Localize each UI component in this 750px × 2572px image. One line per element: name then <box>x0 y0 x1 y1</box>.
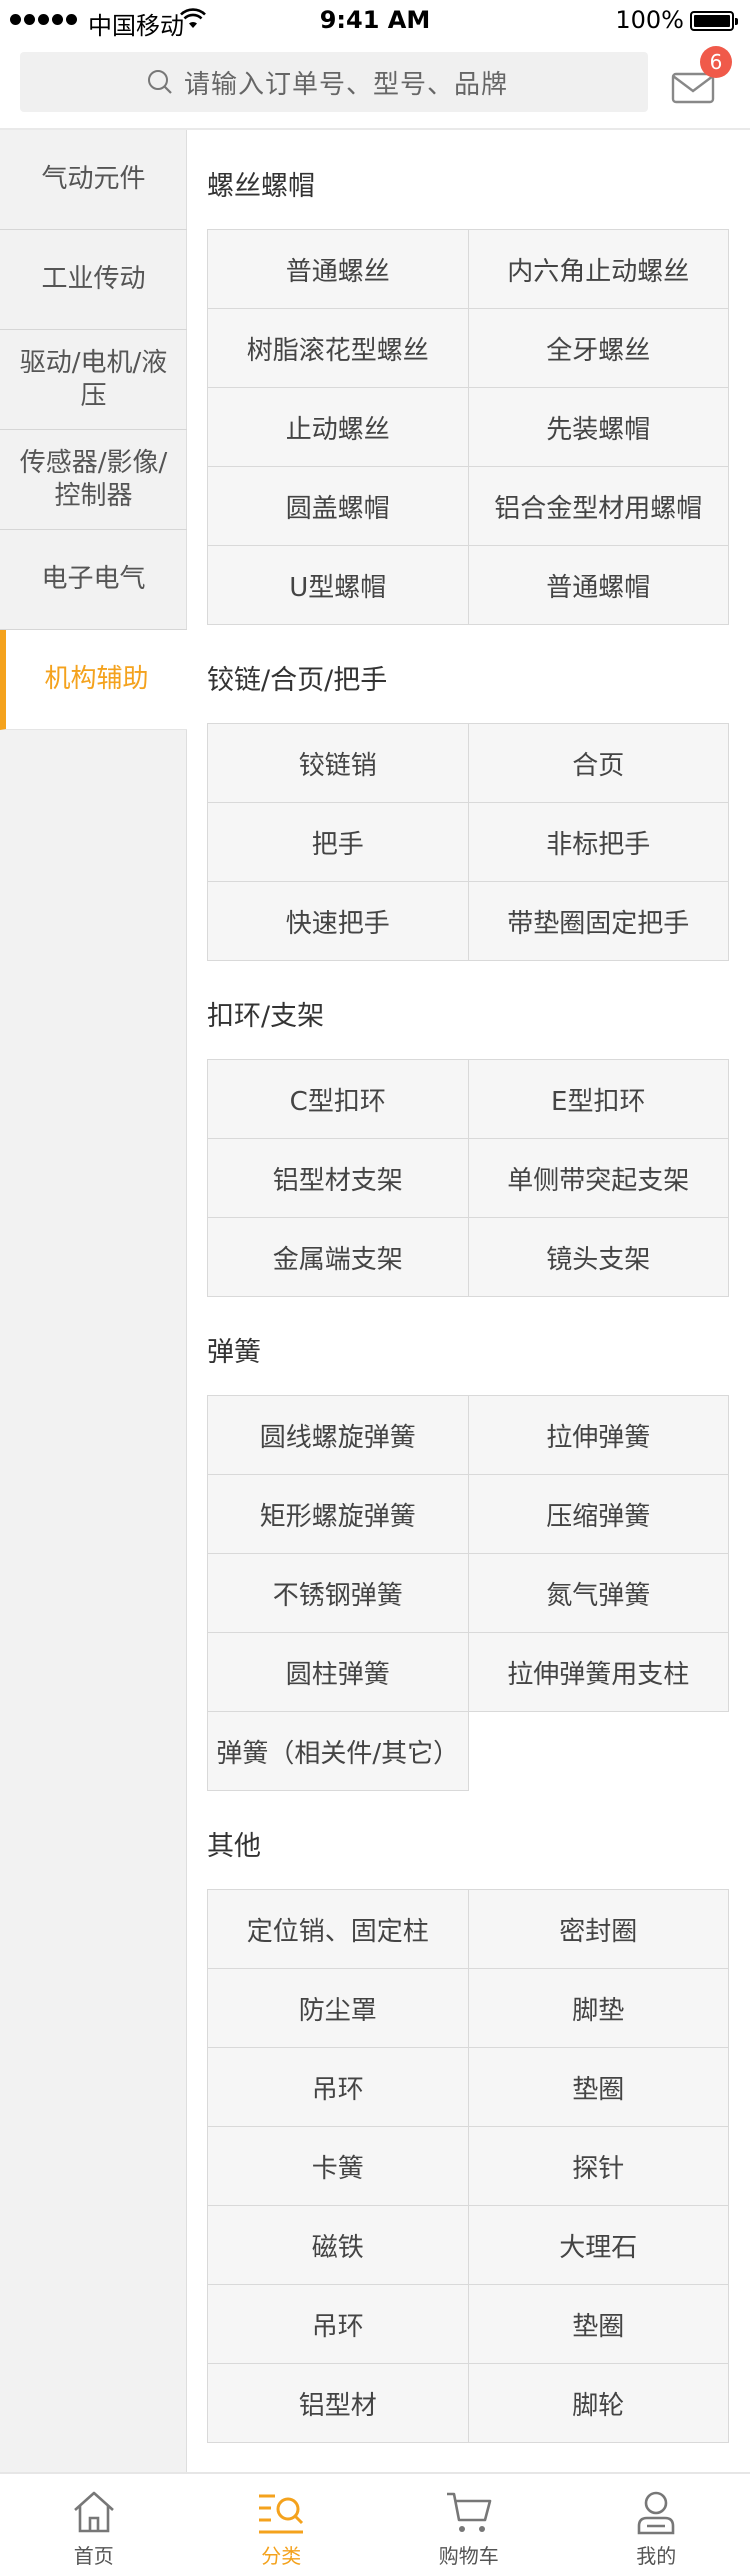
subcategory-item[interactable]: 不锈钢弹簧 <box>208 1554 469 1633</box>
subcategory-item[interactable]: 快速把手 <box>208 882 469 961</box>
subcategory-item[interactable]: 吊环 <box>208 2285 469 2364</box>
search-input[interactable]: 请输入订单号、型号、品牌 <box>20 52 648 112</box>
sidebar-item-mechanism[interactable]: 机构辅助 <box>0 630 187 730</box>
subcategory-item[interactable]: 铰链销 <box>208 724 469 803</box>
category-icon <box>259 2494 304 2534</box>
subcategory-item[interactable]: 内六角止动螺丝 <box>468 230 729 309</box>
subcategory-item[interactable]: 圆柱弹簧 <box>208 1633 469 1712</box>
subcategory-item[interactable]: 弹簧（相关件/其它） <box>208 1712 469 1791</box>
section-title: 铰链/合页/把手 <box>207 665 388 696</box>
subcategory-item[interactable]: 垫圈 <box>468 2285 729 2364</box>
subcategory-item[interactable]: 吊环 <box>208 2048 469 2127</box>
tab-label: 首页 <box>73 2544 114 2568</box>
subcategory-item[interactable]: 密封圈 <box>468 1890 729 1969</box>
home-icon <box>73 2491 114 2533</box>
tab-cart[interactable]: 购物车 <box>375 2474 563 2572</box>
subcategory-item[interactable]: 卡簧 <box>208 2127 469 2206</box>
battery-icon <box>690 11 738 31</box>
subcategory-grid: 圆线螺旋弹簧 拉伸弹簧 矩形螺旋弹簧 压缩弹簧 不锈钢弹簧 氮气弹簧 圆柱弹簧 … <box>207 1395 729 1791</box>
subcategory-item[interactable]: U型螺帽 <box>208 546 469 625</box>
subcategory-item[interactable]: 氮气弹簧 <box>468 1554 729 1633</box>
tab-label: 我的 <box>636 2544 677 2568</box>
subcategory-item[interactable]: 矩形螺旋弹簧 <box>208 1475 469 1554</box>
subcategory-item[interactable]: 定位销、固定柱 <box>208 1890 469 1969</box>
subcategory-item[interactable]: 合页 <box>468 724 729 803</box>
subcategory-item[interactable]: 圆线螺旋弹簧 <box>208 1396 469 1475</box>
status-bar: 中国移动 9:41 AM 100% <box>0 0 750 40</box>
user-icon <box>637 2491 675 2535</box>
subcategory-item[interactable]: 普通螺帽 <box>468 546 729 625</box>
subcategory-item[interactable]: E型扣环 <box>468 1060 729 1139</box>
category-content: 螺丝螺帽 普通螺丝 内六角止动螺丝 树脂滚花型螺丝 全牙螺丝 止动螺丝 先装螺帽… <box>187 130 750 2472</box>
subcategory-grid: 铰链销 合页 把手 非标把手 快速把手 带垫圈固定把手 <box>207 723 729 961</box>
subcategory-item[interactable]: 把手 <box>208 803 469 882</box>
tab-label: 购物车 <box>438 2544 499 2568</box>
section-title: 扣环/支架 <box>207 1001 325 1032</box>
subcategory-item[interactable]: 圆盖螺帽 <box>208 467 469 546</box>
subcategory-item[interactable]: 铝合金型材用螺帽 <box>468 467 729 546</box>
tab-profile[interactable]: 我的 <box>563 2474 750 2572</box>
subcategory-grid: 定位销、固定柱 密封圈 防尘罩 脚垫 吊环 垫圈 卡簧 探针 磁铁 大理石 吊环… <box>207 1889 729 2443</box>
subcategory-item[interactable]: 单侧带突起支架 <box>468 1139 729 1218</box>
subcategory-item[interactable]: 带垫圈固定把手 <box>468 882 729 961</box>
subcategory-item[interactable]: 树脂滚花型螺丝 <box>208 309 469 388</box>
subcategory-item[interactable]: 脚垫 <box>468 1969 729 2048</box>
subcategory-item[interactable]: 金属端支架 <box>208 1218 469 1297</box>
sidebar-item-electric[interactable]: 电子电气 <box>0 530 187 630</box>
bottom-tab-bar: 首页 分类 购物车 我的 <box>0 2472 750 2572</box>
subcategory-grid: 普通螺丝 内六角止动螺丝 树脂滚花型螺丝 全牙螺丝 止动螺丝 先装螺帽 圆盖螺帽… <box>207 229 729 625</box>
subcategory-item[interactable]: 全牙螺丝 <box>468 309 729 388</box>
search-placeholder: 请输入订单号、型号、品牌 <box>184 69 509 100</box>
battery-percent: 100% <box>615 6 684 34</box>
subcategory-item[interactable]: 先装螺帽 <box>468 388 729 467</box>
tab-category[interactable]: 分类 <box>188 2474 376 2572</box>
subcategory-item[interactable]: 镜头支架 <box>468 1218 729 1297</box>
subcategory-item[interactable]: 铝型材支架 <box>208 1139 469 1218</box>
tab-label: 分类 <box>261 2544 302 2568</box>
category-sidebar: 气动元件 工业传动 驱动/电机/液压 传感器/影像/控制器 电子电气 机构辅助 <box>0 130 187 2472</box>
sidebar-item-sensor[interactable]: 传感器/影像/控制器 <box>0 430 187 530</box>
subcategory-item[interactable]: 止动螺丝 <box>208 388 469 467</box>
subcategory-item[interactable]: 拉伸弹簧 <box>468 1396 729 1475</box>
subcategory-item[interactable]: C型扣环 <box>208 1060 469 1139</box>
cart-icon <box>446 2492 492 2532</box>
search-header: 请输入订单号、型号、品牌 6 <box>0 40 750 130</box>
subcategory-item[interactable]: 脚轮 <box>468 2364 729 2443</box>
section-title: 其他 <box>207 1831 261 1862</box>
subcategory-item[interactable]: 垫圈 <box>468 2048 729 2127</box>
subcategory-item[interactable]: 大理石 <box>468 2206 729 2285</box>
subcategory-item[interactable]: 铝型材 <box>208 2364 469 2443</box>
subcategory-item[interactable]: 非标把手 <box>468 803 729 882</box>
section-title: 螺丝螺帽 <box>207 171 315 202</box>
subcategory-grid: C型扣环 E型扣环 铝型材支架 单侧带突起支架 金属端支架 镜头支架 <box>207 1059 729 1297</box>
sidebar-item-drive[interactable]: 驱动/电机/液压 <box>0 330 187 430</box>
message-badge: 6 <box>700 46 732 78</box>
search-icon <box>148 70 172 94</box>
grid-empty-cell <box>469 1712 730 1791</box>
subcategory-item[interactable]: 普通螺丝 <box>208 230 469 309</box>
sidebar-item-pneumatic[interactable]: 气动元件 <box>0 130 187 230</box>
subcategory-item[interactable]: 探针 <box>468 2127 729 2206</box>
subcategory-item[interactable]: 压缩弹簧 <box>468 1475 729 1554</box>
sidebar-item-transmission[interactable]: 工业传动 <box>0 230 187 330</box>
subcategory-item[interactable]: 磁铁 <box>208 2206 469 2285</box>
subcategory-item[interactable]: 拉伸弹簧用支柱 <box>468 1633 729 1712</box>
tab-home[interactable]: 首页 <box>0 2474 188 2572</box>
subcategory-item[interactable]: 防尘罩 <box>208 1969 469 2048</box>
section-title: 弹簧 <box>207 1337 261 1368</box>
